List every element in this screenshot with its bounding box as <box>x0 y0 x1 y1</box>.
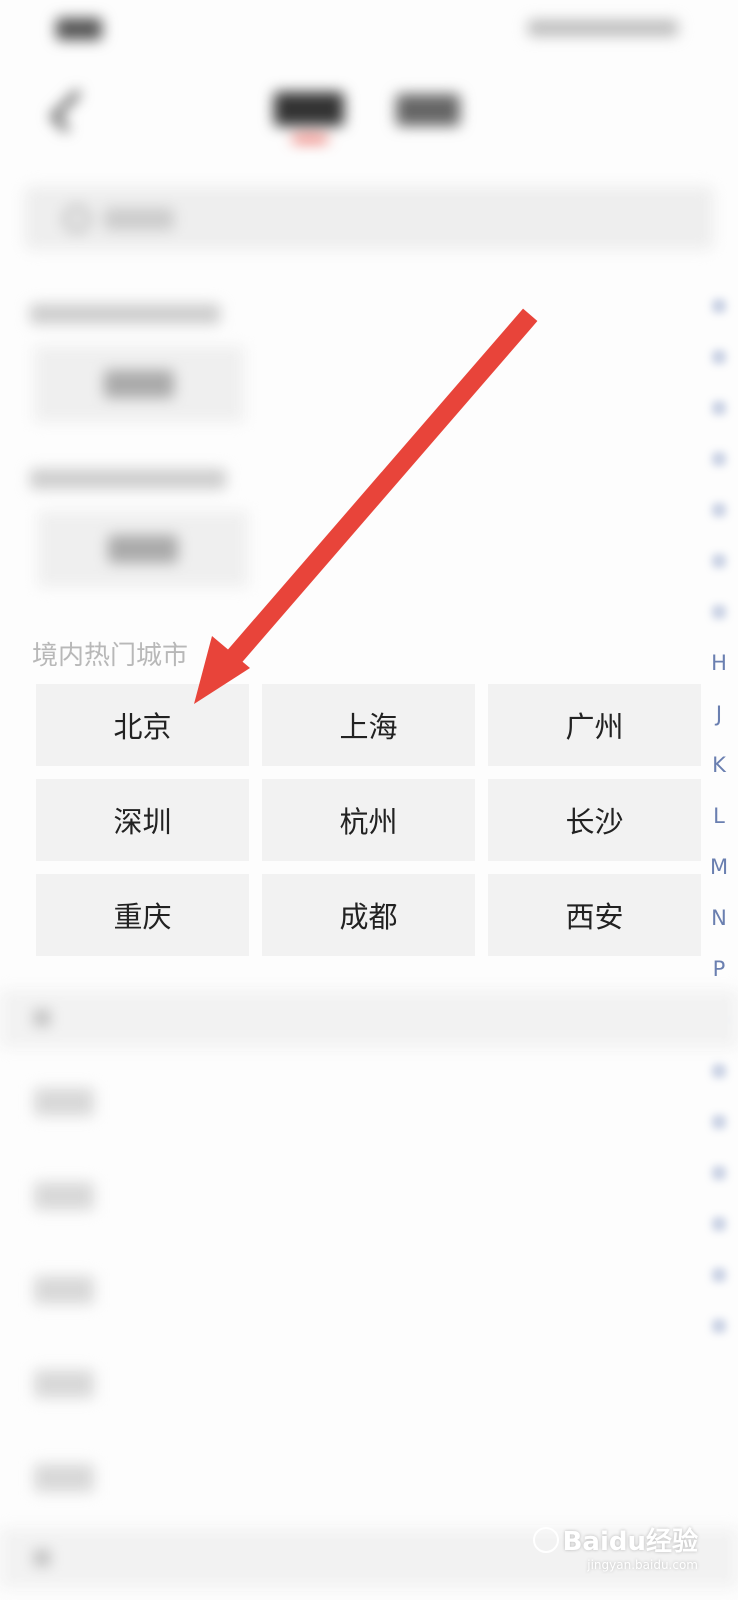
watermark-url: jingyan.baidu.com <box>587 1558 698 1572</box>
watermark-brand: Baidu经验 <box>562 1527 698 1557</box>
annotation-arrow-icon <box>194 308 538 704</box>
baidu-paw-icon <box>532 1526 559 1553</box>
watermark: Baidu经验 jingyan.baidu.com <box>532 1521 698 1572</box>
